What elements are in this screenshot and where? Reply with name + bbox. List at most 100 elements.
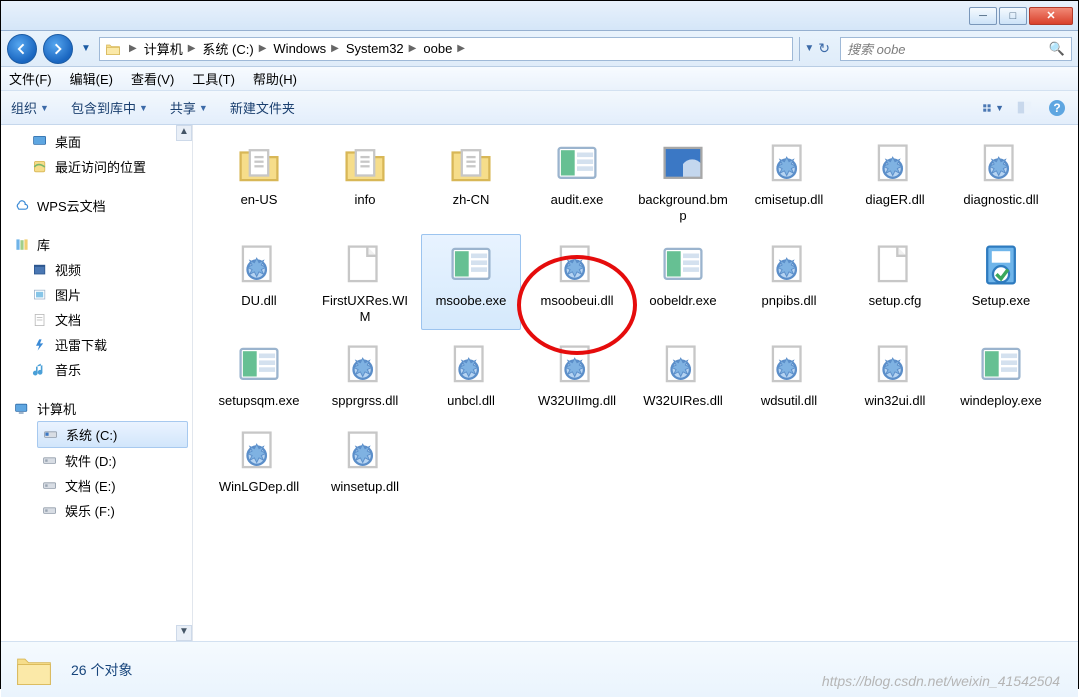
scroll-down-button[interactable]: ▼: [176, 625, 192, 641]
status-folder-icon: [11, 650, 57, 690]
file-icon: [443, 241, 499, 289]
file-item[interactable]: unbcl.dll: [421, 334, 521, 416]
help-button[interactable]: [1046, 97, 1068, 119]
main-area: ▲ 桌面 最近访问的位置 WPS云文档 库 视频 图片 文档 迅雷下载 音乐 计…: [1, 125, 1078, 641]
file-item[interactable]: oobeldr.exe: [633, 234, 733, 331]
address-dropdown[interactable]: ▼: [804, 43, 814, 54]
file-item[interactable]: pnpibs.dll: [739, 234, 839, 331]
nav-history-dropdown[interactable]: ▼: [79, 43, 93, 54]
tree-pictures[interactable]: 图片: [1, 282, 192, 307]
file-item[interactable]: info: [315, 133, 415, 230]
file-item[interactable]: setup.cfg: [845, 234, 945, 331]
crumb-computer[interactable]: 计算机: [144, 39, 183, 58]
file-label: winsetup.dll: [318, 479, 412, 497]
file-item[interactable]: windeploy.exe: [951, 334, 1051, 416]
file-item[interactable]: msoobeui.dll: [527, 234, 627, 331]
tree-desktop[interactable]: 桌面: [1, 129, 192, 154]
toolbar: 组织▼ 包含到库中▼ 共享▼ 新建文件夹 ▼: [1, 91, 1078, 125]
file-label: win32ui.dll: [848, 393, 942, 411]
crumb-oobe[interactable]: oobe: [423, 41, 452, 56]
tree-music[interactable]: 音乐: [1, 357, 192, 382]
menu-edit[interactable]: 编辑(E): [70, 69, 113, 88]
crumb-system32[interactable]: System32: [346, 41, 404, 56]
file-label: oobeldr.exe: [636, 293, 730, 311]
file-icon: [655, 341, 711, 389]
tree-libraries[interactable]: 库: [1, 232, 192, 257]
preview-pane-button[interactable]: [1014, 97, 1036, 119]
file-label: WinLGDep.dll: [212, 479, 306, 497]
file-item[interactable]: diagnostic.dll: [951, 133, 1051, 230]
maximize-button[interactable]: □: [999, 7, 1027, 25]
menu-file[interactable]: 文件(F): [9, 69, 52, 88]
file-icon: [973, 341, 1029, 389]
file-label: Setup.exe: [954, 293, 1048, 311]
file-item[interactable]: FirstUXRes.WIM: [315, 234, 415, 331]
file-item[interactable]: win32ui.dll: [845, 334, 945, 416]
file-item[interactable]: diagER.dll: [845, 133, 945, 230]
file-label: pnpibs.dll: [742, 293, 836, 311]
tree-xunlei[interactable]: 迅雷下载: [1, 332, 192, 357]
file-item[interactable]: msoobe.exe: [421, 234, 521, 331]
search-icon[interactable]: 🔍: [1049, 41, 1065, 57]
file-item[interactable]: winsetup.dll: [315, 420, 415, 502]
file-icon: [443, 140, 499, 188]
file-grid[interactable]: en-US info zh-CN audit.exe background.bm…: [193, 125, 1078, 641]
file-icon: [761, 341, 817, 389]
file-item[interactable]: audit.exe: [527, 133, 627, 230]
file-item[interactable]: spprgrss.dll: [315, 334, 415, 416]
file-icon: [867, 341, 923, 389]
include-in-library-button[interactable]: 包含到库中▼: [71, 98, 148, 117]
search-input[interactable]: 搜索 oobe 🔍: [840, 37, 1072, 61]
file-label: diagnostic.dll: [954, 192, 1048, 210]
views-button[interactable]: ▼: [982, 97, 1004, 119]
crumb-drive-c[interactable]: 系统 (C:): [202, 39, 253, 58]
new-folder-button[interactable]: 新建文件夹: [230, 98, 295, 117]
menu-tools[interactable]: 工具(T): [192, 69, 235, 88]
menu-view[interactable]: 查看(V): [131, 69, 174, 88]
file-label: wdsutil.dll: [742, 393, 836, 411]
tree-drive-c[interactable]: 系统 (C:): [37, 421, 188, 448]
file-label: en-US: [212, 192, 306, 210]
file-item[interactable]: zh-CN: [421, 133, 521, 230]
share-button[interactable]: 共享▼: [170, 98, 208, 117]
close-button[interactable]: ✕: [1029, 7, 1073, 25]
forward-button[interactable]: [43, 34, 73, 64]
minimize-button[interactable]: ─: [969, 7, 997, 25]
file-icon: [231, 341, 287, 389]
file-item[interactable]: en-US: [209, 133, 309, 230]
tree-drive-f[interactable]: 娱乐 (F:): [1, 498, 192, 523]
file-item[interactable]: wdsutil.dll: [739, 334, 839, 416]
file-item[interactable]: setupsqm.exe: [209, 334, 309, 416]
tree-computer[interactable]: 计算机: [1, 396, 192, 421]
file-icon: [973, 140, 1029, 188]
tree-drive-e[interactable]: 文档 (E:): [1, 473, 192, 498]
file-icon: [867, 241, 923, 289]
nav-tree[interactable]: ▲ 桌面 最近访问的位置 WPS云文档 库 视频 图片 文档 迅雷下载 音乐 计…: [1, 125, 193, 641]
file-label: spprgrss.dll: [318, 393, 412, 411]
file-icon: [761, 241, 817, 289]
file-item[interactable]: DU.dll: [209, 234, 309, 331]
crumb-windows[interactable]: Windows: [273, 41, 326, 56]
menu-help[interactable]: 帮助(H): [253, 69, 297, 88]
file-item[interactable]: background.bmp: [633, 133, 733, 230]
tree-videos[interactable]: 视频: [1, 257, 192, 282]
tree-recent[interactable]: 最近访问的位置: [1, 154, 192, 179]
address-bar[interactable]: ▶ 计算机▶ 系统 (C:)▶ Windows▶ System32▶ oobe▶: [99, 37, 793, 61]
file-item[interactable]: cmisetup.dll: [739, 133, 839, 230]
tree-documents[interactable]: 文档: [1, 307, 192, 332]
tree-wps-cloud[interactable]: WPS云文档: [1, 193, 192, 218]
back-button[interactable]: [7, 34, 37, 64]
scroll-up-button[interactable]: ▲: [176, 125, 192, 141]
file-item[interactable]: Setup.exe: [951, 234, 1051, 331]
file-icon: [549, 341, 605, 389]
tree-drive-d[interactable]: 软件 (D:): [1, 448, 192, 473]
refresh-button[interactable]: ↻: [818, 40, 830, 57]
file-item[interactable]: WinLGDep.dll: [209, 420, 309, 502]
file-icon: [337, 427, 393, 475]
file-item[interactable]: W32UIRes.dll: [633, 334, 733, 416]
file-icon: [549, 140, 605, 188]
organize-button[interactable]: 组织▼: [11, 98, 49, 117]
file-label: W32UIImg.dll: [530, 393, 624, 411]
file-item[interactable]: W32UIImg.dll: [527, 334, 627, 416]
file-label: cmisetup.dll: [742, 192, 836, 210]
